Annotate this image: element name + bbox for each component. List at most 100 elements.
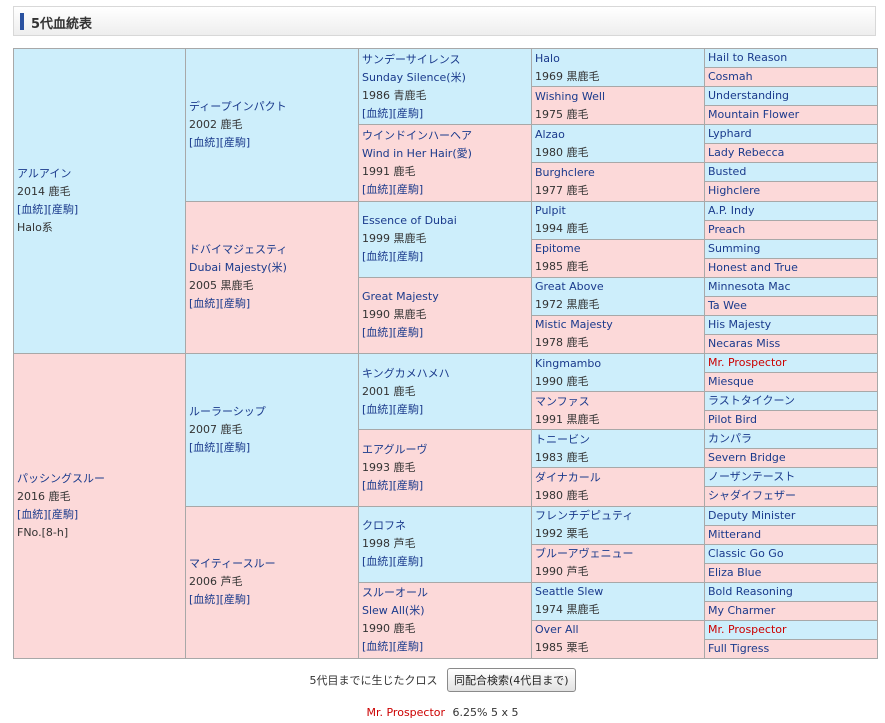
horse-year-color: 1991 鹿毛 [362, 164, 416, 178]
title-bar: 5代血統表 [13, 6, 876, 36]
horse-name-link[interactable]: Kingmambo [535, 355, 704, 373]
horse-name-link[interactable]: Seattle Slew [535, 583, 704, 601]
horse-year-color: 2016 鹿毛 [17, 490, 71, 503]
horse-name-link[interactable]: サンデーサイレンス [362, 51, 531, 69]
pedigree-cell-gen3: クロフネ 1998 芦毛 [血統][産駒] [358, 505, 532, 583]
pedigree-offspring-links[interactable]: [血統][産駒] [17, 506, 185, 524]
horse-name-link[interactable]: クロフネ [362, 517, 531, 535]
horse-name-link[interactable]: アルアイン [17, 165, 185, 183]
pedigree-offspring-links[interactable]: [血統][産駒] [362, 324, 531, 342]
pedigree-offspring-links[interactable]: [血統][産駒] [362, 638, 531, 656]
horse-name-link[interactable]: Bold Reasoning [708, 583, 877, 600]
horse-name-link[interactable]: ドバイマジェスティ [189, 241, 358, 259]
pedigree-offspring-links[interactable]: [血統][産駒] [362, 105, 531, 123]
horse-name-link[interactable]: スルーオール [362, 584, 531, 602]
pedigree-offspring-links[interactable]: [血統][産駒] [189, 295, 358, 313]
pedigree-cell-gen5: Lyphard [704, 124, 878, 145]
pedigree-cell-gen2: ドバイマジェスティ Dubai Majesty(米) 2005 黒鹿毛 [血統][産駒… [185, 200, 359, 354]
horse-year-color: 1974 黒鹿毛 [535, 603, 600, 617]
horse-name-link[interactable]: Busted [708, 164, 877, 181]
horse-name-en-link[interactable]: Sunday Silence(米) [362, 69, 531, 87]
pedigree-offspring-links[interactable]: [血統][産駒] [17, 201, 185, 219]
horse-name-link[interactable]: Honest and True [708, 259, 877, 276]
horse-name-link[interactable]: A.P. Indy [708, 202, 877, 219]
horse-name-link[interactable]: フレンチデピュティ [535, 507, 704, 525]
horse-name-link[interactable]: Pulpit [535, 202, 704, 220]
horse-name-link[interactable]: Essence of Dubai [362, 212, 531, 230]
same-mating-search-button[interactable]: 同配合検索(4代目まで) [446, 668, 576, 692]
horse-name-link[interactable]: Necaras Miss [708, 335, 877, 352]
pedigree-offspring-links[interactable]: [血統][産駒] [362, 181, 531, 199]
pedigree-offspring-links[interactable]: [血統][産駒] [362, 248, 531, 266]
horse-year-color: 1980 鹿毛 [535, 145, 589, 159]
horse-name-link[interactable]: Full Tigress [708, 640, 877, 657]
horse-name-link[interactable]: マンファス [535, 393, 704, 411]
horse-year-color: 1983 鹿毛 [535, 450, 589, 464]
pedigree-offspring-links[interactable]: [血統][産駒] [189, 134, 358, 152]
horse-name-link[interactable]: His Majesty [708, 316, 877, 333]
horse-name-link[interactable]: Understanding [708, 88, 877, 105]
horse-year-color: 2005 黒鹿毛 [189, 279, 254, 293]
horse-name-link[interactable]: ラストタイクーン [708, 393, 877, 410]
horse-name-link[interactable]: Great Above [535, 278, 704, 296]
horse-name-link[interactable]: Cosmah [708, 69, 877, 86]
horse-name-link[interactable]: Eliza Blue [708, 564, 877, 581]
horse-name-link[interactable]: ノーザンテースト [708, 469, 877, 486]
horse-name-link[interactable]: キングカメハメハ [362, 365, 531, 383]
horse-name-link[interactable]: ブルーアヴェニュー [535, 545, 704, 563]
horse-name-link[interactable]: Mountain Flower [708, 107, 877, 124]
horse-name-link[interactable]: Mitterand [708, 526, 877, 543]
horse-name-link[interactable]: Classic Go Go [708, 545, 877, 562]
pedigree-offspring-links[interactable]: [血統][産駒] [362, 401, 531, 419]
horse-name-en-link[interactable]: Slew All(米) [362, 602, 531, 620]
horse-name-link[interactable]: トニービン [535, 431, 704, 449]
horse-name-link[interactable]: エアグルーヴ [362, 441, 531, 459]
pedigree-cell-gen3: Essence of Dubai 1999 黒鹿毛 [血統][産駒] [358, 200, 532, 278]
horse-extra-info: Halo系 [17, 221, 53, 234]
horse-name-link[interactable]: Lyphard [708, 126, 877, 143]
horse-name-link[interactable]: Mr. Prospector [708, 355, 877, 372]
horse-name-link[interactable]: Great Majesty [362, 288, 531, 306]
pedigree-offspring-links[interactable]: [血統][産駒] [189, 591, 358, 609]
horse-name-link[interactable]: Epitome [535, 240, 704, 258]
horse-name-link[interactable]: Minnesota Mac [708, 278, 877, 295]
pedigree-cell-gen4: ダイナカール 1980 鹿毛 [531, 467, 705, 507]
pedigree-cell-gen4: Over All 1985 栗毛 [531, 619, 705, 660]
horse-name-link[interactable]: カンパラ [708, 431, 877, 448]
horse-name-link[interactable]: Wishing Well [535, 88, 704, 106]
pedigree-offspring-links[interactable]: [血統][産駒] [362, 553, 531, 571]
pedigree-cell-gen4: Wishing Well 1975 鹿毛 [531, 86, 705, 126]
horse-name-link[interactable]: Severn Bridge [708, 450, 877, 467]
horse-name-link[interactable]: マイティースルー [189, 555, 358, 573]
horse-name-link[interactable]: シャダイフェザー [708, 488, 877, 505]
horse-name-link[interactable]: Lady Rebecca [708, 145, 877, 162]
horse-name-link[interactable]: ウインドインハーヘア [362, 127, 531, 145]
horse-name-link[interactable]: Highclere [708, 183, 877, 200]
pedigree-cell-gen4: フレンチデピュティ 1992 栗毛 [531, 505, 705, 545]
pedigree-cell-gen5: Eliza Blue [704, 562, 878, 583]
horse-name-link[interactable]: Pilot Bird [708, 412, 877, 429]
horse-name-link[interactable]: Alzao [535, 126, 704, 144]
horse-name-en-link[interactable]: Wind in Her Hair(愛) [362, 145, 531, 163]
horse-name-en-link[interactable]: Dubai Majesty(米) [189, 259, 358, 277]
horse-name-link[interactable]: ダイナカール [535, 469, 704, 487]
horse-name-link[interactable]: Deputy Minister [708, 507, 877, 524]
horse-name-link[interactable]: Summing [708, 240, 877, 257]
horse-name-link[interactable]: My Charmer [708, 602, 877, 619]
horse-name-link[interactable]: Halo [535, 50, 704, 68]
horse-name-link[interactable]: Miesque [708, 374, 877, 391]
horse-name-link[interactable]: Hail to Reason [708, 50, 877, 67]
cross-horse-link[interactable]: Mr. Prospector [367, 706, 446, 719]
horse-name-link[interactable]: Ta Wee [708, 297, 877, 314]
horse-name-link[interactable]: Burghclere [535, 164, 704, 182]
pedigree-offspring-links[interactable]: [血統][産駒] [189, 439, 358, 457]
horse-name-link[interactable]: パッシングスルー [17, 470, 185, 488]
pedigree-offspring-links[interactable]: [血統][産駒] [362, 477, 531, 495]
horse-name-link[interactable]: Mistic Majesty [535, 316, 704, 334]
horse-name-link[interactable]: Over All [535, 621, 704, 639]
horse-name-link[interactable]: ディープインパクト [189, 98, 358, 116]
horse-name-link[interactable]: ルーラーシップ [189, 403, 358, 421]
horse-name-link[interactable]: Mr. Prospector [708, 621, 877, 638]
pedigree-cell-gen5: Preach [704, 219, 878, 240]
horse-name-link[interactable]: Preach [708, 221, 877, 238]
